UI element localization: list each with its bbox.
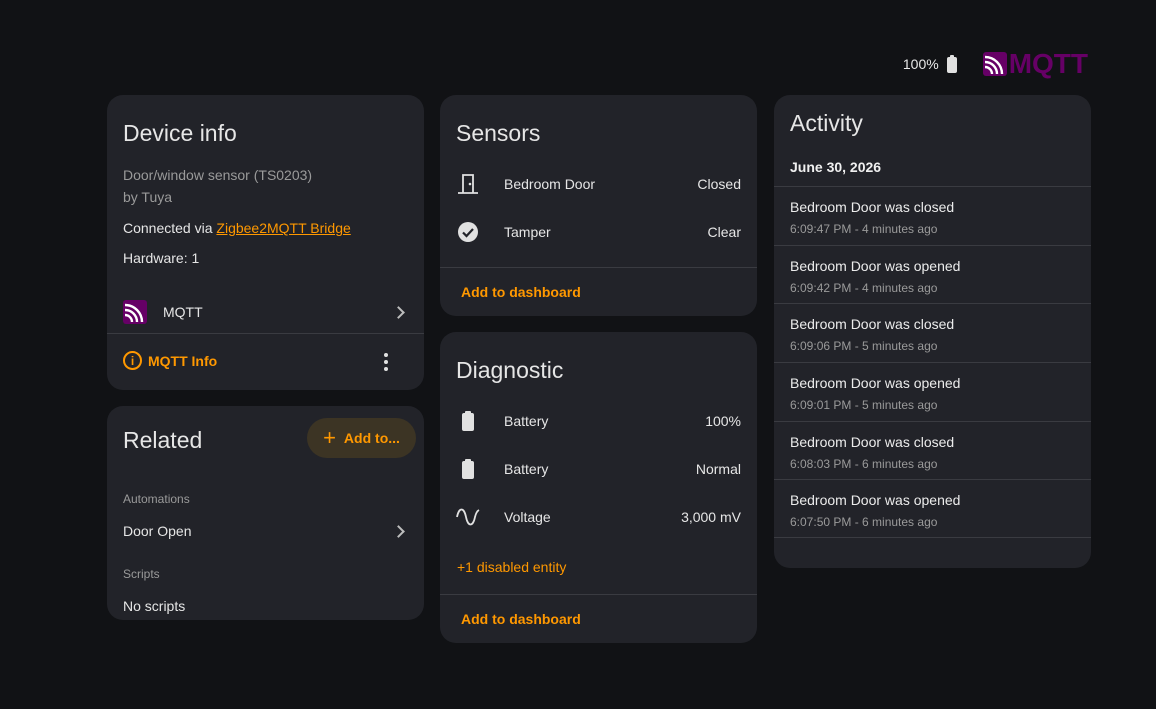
integration-row-mqtt[interactable]: MQTT	[107, 291, 424, 333]
scripts-empty: No scripts	[123, 598, 408, 614]
door-icon	[456, 172, 480, 196]
divider	[440, 594, 757, 595]
hardware-version: Hardware: 1	[123, 250, 200, 266]
activity-message: Bedroom Door was opened	[790, 492, 961, 509]
activity-time: 6:08:03 PM - 6 minutes ago	[790, 456, 938, 471]
automation-item-door-open[interactable]: Door Open	[123, 523, 408, 539]
entity-state: 100%	[705, 413, 741, 429]
mqtt-signal-icon	[982, 52, 1007, 76]
activity-message: Bedroom Door was closed	[790, 199, 955, 215]
mqtt-integration-icon	[123, 300, 147, 324]
column-left: Device info Door/window sensor (TS0203) …	[107, 95, 424, 636]
list-item[interactable]: Bedroom Door was opened 6:07:50 PM - 6 m…	[774, 479, 1091, 539]
divider	[440, 267, 757, 268]
activity-card: Activity June 30, 2026 Bedroom Door was …	[774, 95, 1091, 568]
activity-message: Bedroom Door was opened	[790, 375, 961, 392]
sine-wave-icon	[456, 505, 480, 529]
activity-message: Bedroom Door was opened	[790, 257, 961, 274]
connected-via-label: Connected via	[123, 220, 217, 236]
add-to-label: Add to...	[343, 430, 400, 446]
list-item[interactable]: Bedroom Door was opened 6:09:42 PM - 4 m…	[774, 244, 1091, 304]
mqtt-info-label: MQTT Info	[148, 352, 218, 369]
activity-message: Bedroom Door was closed	[790, 433, 955, 450]
entity-name: Bedroom Door	[504, 176, 596, 192]
entity-state: Normal	[695, 461, 741, 477]
add-to-dashboard-button[interactable]: Add to dashboard	[461, 284, 581, 300]
brand-name: MQTT	[1008, 48, 1088, 79]
more-options-icon[interactable]	[384, 353, 388, 371]
automations-header: Automations	[123, 492, 190, 506]
activity-time: 6:09:01 PM - 5 minutes ago	[790, 398, 938, 413]
scripts-empty-label: No scripts	[123, 598, 186, 614]
battery-icon	[946, 55, 957, 73]
device-info-card: Device info Door/window sensor (TS0203) …	[107, 95, 424, 390]
activity-message: Bedroom Door was closed	[790, 316, 955, 333]
plus-icon: +	[323, 425, 336, 450]
battery-icon	[456, 409, 480, 433]
battery-level: 100%	[902, 56, 939, 72]
activity-time: 6:07:50 PM - 6 minutes ago	[790, 515, 938, 530]
add-to-button[interactable]: + Add to...	[307, 418, 416, 458]
entity-name: Tamper	[504, 224, 551, 240]
disabled-entities-link[interactable]: +1 disabled entity	[457, 559, 566, 575]
related-card: Related + Add to... Automations Door Ope…	[107, 406, 424, 620]
integration-label: MQTT	[163, 304, 203, 320]
entity-row-battery-level[interactable]: Battery 100%	[456, 406, 741, 436]
chevron-right-icon	[392, 524, 405, 538]
activity-date: June 30, 2026	[790, 159, 882, 175]
activity-time: 6:09:42 PM - 4 minutes ago	[790, 280, 938, 295]
entity-state: 3,000 mV	[681, 509, 741, 525]
bridge-link[interactable]: Zigbee2MQTT Bridge	[216, 220, 350, 236]
list-item[interactable]: Bedroom Door was closed 6:09:47 PM - 4 m…	[774, 186, 1091, 245]
battery-status: 100%	[903, 55, 957, 73]
activity-time: 6:09:47 PM - 4 minutes ago	[790, 222, 938, 236]
column-middle: Sensors Bedroom Door Closed Tamper Clear	[440, 95, 757, 659]
automation-label: Door Open	[123, 523, 192, 539]
activity-title: Activity	[790, 110, 863, 136]
scripts-header: Scripts	[123, 567, 160, 581]
entity-row-bedroom-door[interactable]: Bedroom Door Closed	[456, 169, 741, 199]
entity-name: Battery	[504, 461, 549, 477]
sensors-title: Sensors	[456, 120, 541, 146]
battery-icon	[456, 457, 480, 481]
mqtt-info-button[interactable]: i MQTT Info	[123, 351, 217, 370]
add-to-dashboard-button[interactable]: Add to dashboard	[461, 611, 581, 627]
device-info-title: Device info	[123, 120, 237, 146]
activity-time: 6:09:06 PM - 5 minutes ago	[790, 339, 938, 354]
device-model: Door/window sensor (TS0203)	[123, 167, 313, 183]
diagnostic-card: Diagnostic Battery 100% Battery Normal V…	[440, 332, 757, 643]
diagnostic-title: Diagnostic	[456, 357, 564, 383]
mqtt-logo: MQTT	[982, 48, 1088, 80]
entity-name: Voltage	[504, 509, 551, 525]
related-title: Related	[123, 427, 203, 453]
list-item[interactable]: Bedroom Door was closed 6:08:03 PM - 6 m…	[774, 420, 1091, 480]
activity-list: Bedroom Door was closed 6:09:47 PM - 4 m…	[774, 186, 1091, 539]
entity-row-battery-status[interactable]: Battery Normal	[456, 454, 741, 484]
entity-state: Closed	[697, 176, 741, 192]
entity-state: Clear	[707, 224, 741, 240]
list-item[interactable]: Bedroom Door was closed 6:09:06 PM - 5 m…	[774, 303, 1091, 362]
entity-row-voltage[interactable]: Voltage 3,000 mV	[456, 502, 741, 532]
connected-via: Connected via Zigbee2MQTT Bridge	[123, 220, 351, 236]
entity-row-tamper[interactable]: Tamper Clear	[456, 217, 741, 247]
list-item[interactable]: Bedroom Door was opened 6:09:01 PM - 5 m…	[774, 362, 1091, 421]
chevron-right-icon	[392, 305, 405, 319]
sensors-card: Sensors Bedroom Door Closed Tamper Clear	[440, 95, 757, 316]
divider	[107, 333, 424, 334]
top-bar: 100% MQTT	[903, 48, 1088, 80]
check-circle-icon	[456, 220, 480, 244]
column-right: Activity June 30, 2026 Bedroom Door was …	[774, 95, 1091, 584]
info-icon: i	[123, 351, 142, 370]
entity-name: Battery	[504, 413, 549, 429]
device-manufacturer: by Tuya	[123, 189, 173, 205]
